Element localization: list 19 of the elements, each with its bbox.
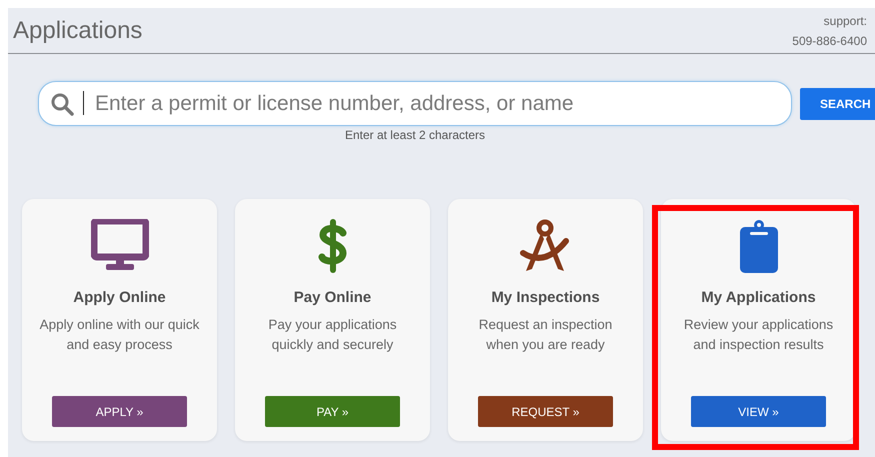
card-button[interactable]: PAY »: [265, 396, 400, 427]
page-title: Applications: [13, 16, 142, 44]
card-button[interactable]: APPLY »: [52, 396, 187, 427]
card-title: My Inspections: [491, 289, 600, 306]
card-description: Apply online with our quick and easy process: [38, 316, 200, 354]
search-field[interactable]: Enter a permit or license number, address, or name: [38, 81, 792, 126]
card-title: Pay Online: [294, 289, 372, 306]
card-description: Review your applications and inspection results: [682, 316, 834, 354]
card-button[interactable]: REQUEST »: [478, 396, 613, 427]
support-label: support:: [824, 12, 867, 30]
search-icon: [50, 92, 74, 116]
search-button[interactable]: SEARCH: [800, 88, 875, 120]
card-title: Apply Online: [73, 289, 166, 306]
card-description: Request an inspection when you are ready: [478, 316, 614, 354]
search-hint: Enter at least 2 characters: [344, 128, 486, 142]
card-description: Pay your applications quickly and securely: [267, 316, 398, 354]
support-phone: 509-886-6400: [792, 32, 867, 50]
card-button[interactable]: VIEW »: [691, 396, 826, 427]
card-title: My Applications: [701, 289, 816, 306]
